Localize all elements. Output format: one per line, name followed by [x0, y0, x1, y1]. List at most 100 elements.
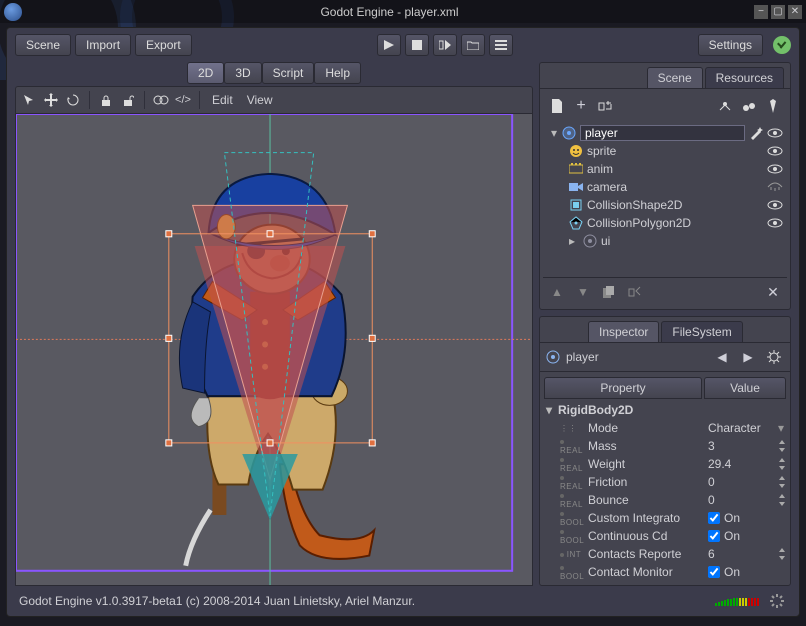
play-scene-button[interactable]	[433, 34, 457, 56]
property-type-tag: BOOL	[560, 563, 584, 581]
property-row[interactable]: REALFriction0	[544, 473, 786, 491]
property-value: On	[724, 511, 740, 525]
open-folder-button[interactable]	[461, 34, 485, 56]
delete-node-icon[interactable]: ✕	[763, 282, 783, 302]
visibility-eye-icon[interactable]	[767, 146, 783, 156]
visibility-hidden-icon[interactable]	[767, 182, 783, 192]
visibility-eye-icon[interactable]	[767, 128, 783, 138]
duplicate-node-icon[interactable]	[599, 282, 619, 302]
move-down-icon[interactable]: ▼	[573, 282, 593, 302]
expand-icon[interactable]: ▸	[569, 234, 579, 248]
visibility-eye-icon[interactable]	[767, 200, 783, 210]
property-value[interactable]: 0	[708, 493, 774, 507]
property-value[interactable]: Character	[708, 421, 774, 435]
property-value[interactable]: 29.4	[708, 457, 774, 471]
property-name: Contacts Reporte	[588, 547, 704, 561]
tree-node-player[interactable]: ▾	[547, 124, 783, 142]
property-row[interactable]: BOOLCustom IntegratoOn	[544, 509, 786, 527]
property-value[interactable]: 6	[708, 547, 774, 561]
property-value[interactable]: 0	[708, 475, 774, 489]
script-tool-icon[interactable]: </>	[173, 90, 193, 110]
link-tool-icon[interactable]	[151, 90, 171, 110]
col-property[interactable]: Property	[544, 377, 702, 399]
groups-node-icon[interactable]	[739, 96, 759, 116]
unlock-tool-icon[interactable]	[118, 90, 138, 110]
collapse-category-icon[interactable]: ▾	[546, 403, 558, 417]
history-fwd-icon[interactable]: ▶	[738, 347, 758, 367]
tab-scene[interactable]: Scene	[647, 67, 703, 88]
history-back-icon[interactable]: ◀	[712, 347, 732, 367]
tab-3d[interactable]: 3D	[224, 62, 261, 84]
property-list[interactable]: ▾RigidBody2D⋮⋮ ModeCharacter▾ REALMass3 …	[540, 401, 790, 585]
tab-filesystem[interactable]: FileSystem	[661, 321, 742, 342]
col-value[interactable]: Value	[704, 377, 786, 399]
tab-script[interactable]: Script	[262, 62, 315, 84]
tab-2d[interactable]: 2D	[187, 62, 224, 84]
new-node-icon[interactable]	[547, 96, 567, 116]
select-tool-icon[interactable]	[19, 90, 39, 110]
property-row[interactable]: REALWeight29.4	[544, 455, 786, 473]
tree-node-camera[interactable]: camera	[547, 178, 783, 196]
visibility-eye-icon[interactable]	[767, 164, 783, 174]
expand-icon[interactable]: ▾	[551, 126, 558, 140]
property-checkbox[interactable]	[708, 566, 720, 578]
property-value[interactable]: 3	[708, 439, 774, 453]
menu-import[interactable]: Import	[75, 34, 131, 56]
close-window-button[interactable]: ✕	[788, 5, 802, 19]
reparent-icon[interactable]	[625, 282, 645, 302]
minimize-window-button[interactable]: −	[754, 5, 768, 19]
tree-node-anim[interactable]: anim	[547, 160, 783, 178]
maximize-window-button[interactable]: ▢	[771, 5, 785, 19]
move-up-icon[interactable]: ▲	[547, 282, 567, 302]
tab-resources[interactable]: Resources	[705, 67, 784, 88]
property-row[interactable]: BOOLContinuous CdOn	[544, 527, 786, 545]
property-checkbox[interactable]	[708, 512, 720, 524]
property-row[interactable]: ⋮⋮ ModeCharacter▾	[544, 419, 786, 437]
tree-node-sprite[interactable]: sprite	[547, 142, 783, 160]
tab-inspector[interactable]: Inspector	[588, 321, 659, 342]
instance-node-icon[interactable]	[595, 96, 615, 116]
spinner-updown-icon[interactable]	[778, 548, 786, 560]
script-node-icon[interactable]	[763, 96, 783, 116]
edit-menu[interactable]: Edit	[206, 93, 239, 107]
tree-node-CollisionShape2D[interactable]: CollisionShape2D	[547, 196, 783, 214]
visibility-eye-icon[interactable]	[767, 218, 783, 228]
property-row[interactable]: BOOLContact MonitorOn	[544, 563, 786, 581]
move-tool-icon[interactable]	[41, 90, 61, 110]
property-row[interactable]: REALBounce0	[544, 491, 786, 509]
sprite-icon	[569, 144, 583, 158]
connect-node-icon[interactable]	[715, 96, 735, 116]
rotate-tool-icon[interactable]	[63, 90, 83, 110]
spinner-updown-icon[interactable]	[778, 458, 786, 470]
window-title: Godot Engine - player.xml	[28, 5, 751, 19]
tab-help[interactable]: Help	[314, 62, 361, 84]
spinner-updown-icon[interactable]	[778, 494, 786, 506]
add-node-icon[interactable]: +	[571, 96, 591, 116]
view-menu[interactable]: View	[241, 93, 279, 107]
settings-button[interactable]: Settings	[698, 34, 763, 56]
tree-node-ui[interactable]: ▸ ui	[547, 232, 783, 250]
property-name: Mode	[588, 421, 704, 435]
window-titlebar: Godot Engine - player.xml − ▢ ✕	[0, 0, 806, 23]
menu-scene[interactable]: Scene	[15, 34, 71, 56]
node-name-input[interactable]	[580, 125, 745, 141]
scene-tree[interactable]: ▾ spriteanimcameraCollisionShape2DCollisi…	[543, 122, 787, 275]
menu-export[interactable]: Export	[135, 34, 192, 56]
inspector-settings-icon[interactable]	[764, 347, 784, 367]
tree-node-CollisionPolygon2D[interactable]: CollisionPolygon2D	[547, 214, 783, 232]
spinner-updown-icon[interactable]	[778, 476, 786, 488]
list-button[interactable]	[489, 34, 513, 56]
canvas-viewport[interactable]	[15, 114, 533, 586]
property-checkbox[interactable]	[708, 530, 720, 542]
spinner-updown-icon[interactable]	[778, 440, 786, 452]
property-row[interactable]: INT Contacts Reporte 6	[544, 545, 786, 563]
property-name: Contact Monitor	[588, 565, 704, 579]
property-row[interactable]: REALMass3	[544, 437, 786, 455]
dropdown-arrow-icon[interactable]: ▾	[778, 421, 786, 435]
wand-icon[interactable]	[749, 126, 763, 140]
stop-button[interactable]	[405, 34, 429, 56]
node-name-label: ui	[601, 234, 783, 248]
lock-tool-icon[interactable]	[96, 90, 116, 110]
play-button[interactable]	[377, 34, 401, 56]
property-type-tag: INT	[560, 550, 584, 559]
